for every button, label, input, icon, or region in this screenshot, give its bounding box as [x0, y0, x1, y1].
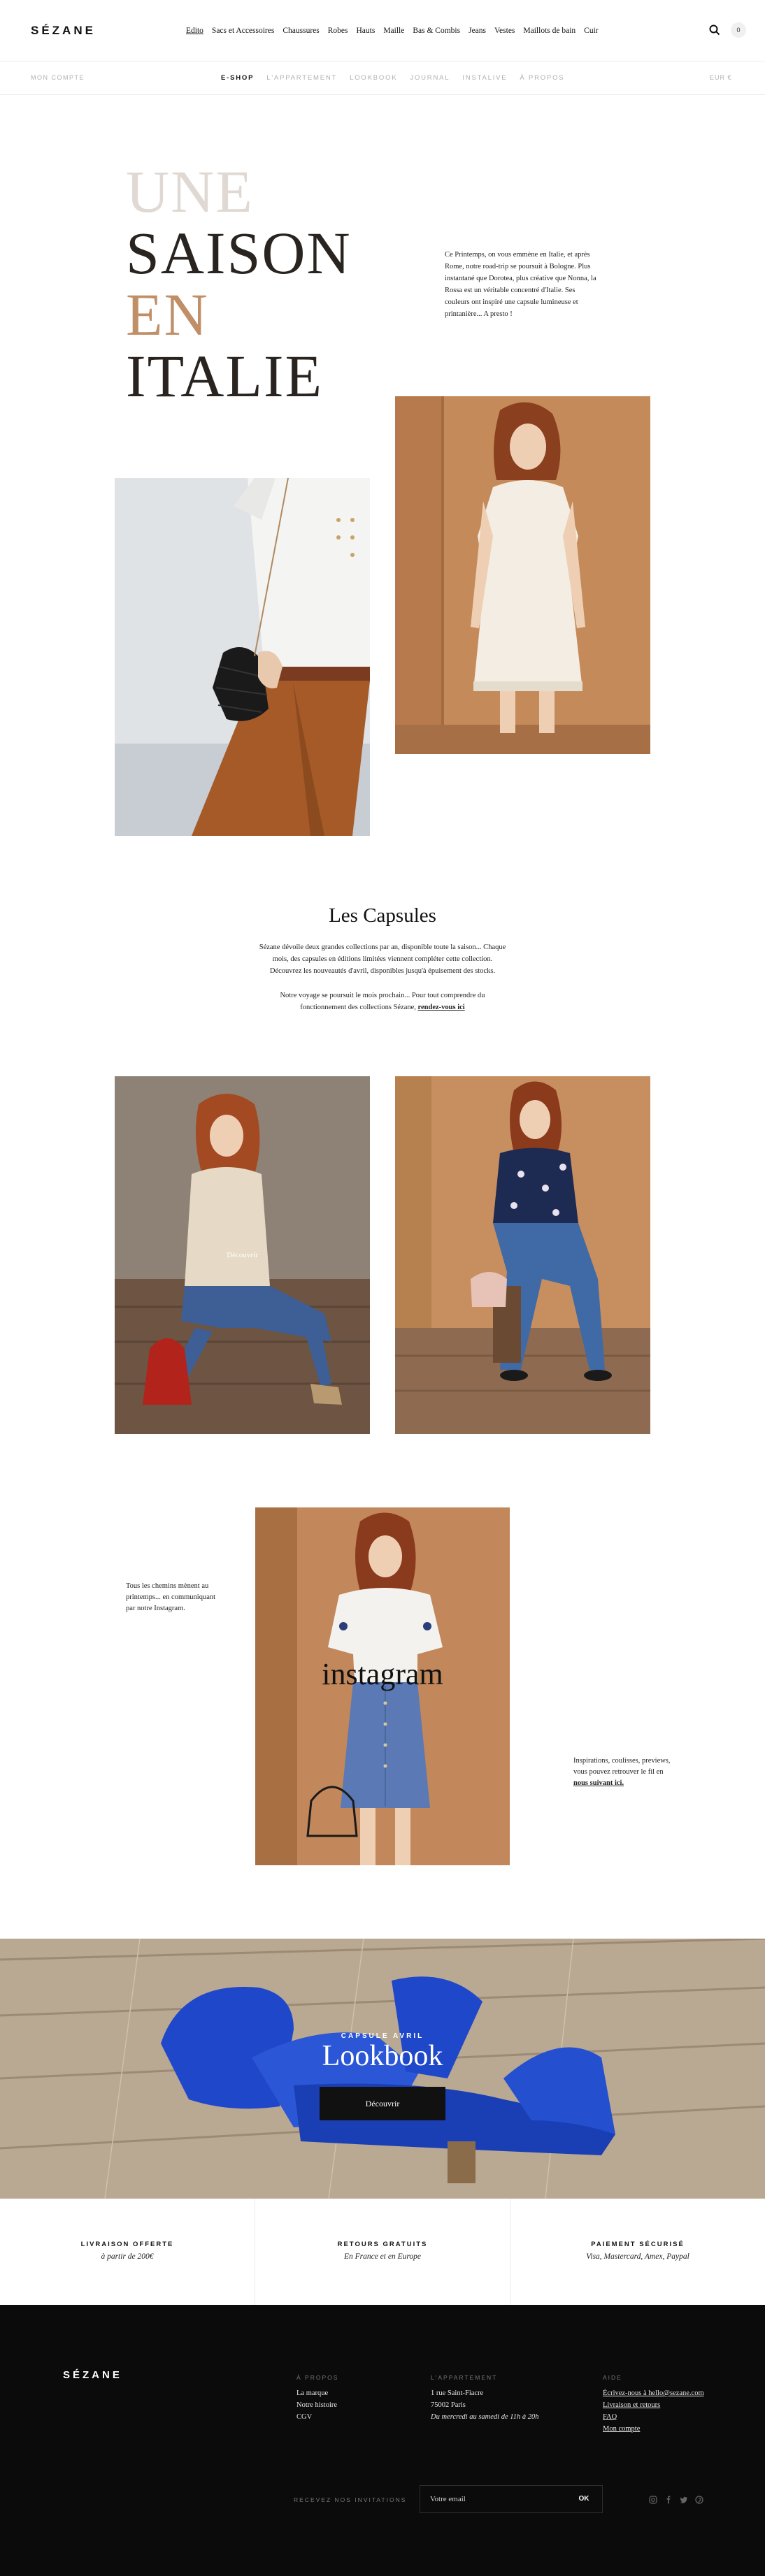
footer-opening-hours: Du mercredi au samedi de 11h à 20h — [431, 2413, 539, 2421]
nav-item-vestes[interactable]: Vestes — [494, 27, 515, 35]
nav-item-hauts[interactable]: Hauts — [356, 27, 375, 35]
sub-nav: E-SHOP L'APPARTEMENT LOOKBOOK JOURNAL IN… — [221, 74, 564, 82]
feature-title: RETOURS GRATUITS — [337, 2241, 428, 2248]
nav-item-jeans[interactable]: Jeans — [469, 27, 486, 35]
banner-discover-button[interactable]: Découvrir — [320, 2087, 445, 2120]
instagram-follow-text: Inspirations, coulisses, previews, vous … — [573, 1756, 678, 1789]
photo-white-dress[interactable] — [395, 396, 650, 754]
banner-title: Lookbook — [322, 2040, 443, 2072]
main-nav: Edito Sacs et Accessoires Chaussures Rob… — [186, 27, 599, 35]
feature-title: PAIEMENT SÉCURISÉ — [591, 2241, 685, 2248]
site-logo[interactable]: SÉZANE — [31, 24, 96, 38]
facebook-icon[interactable] — [664, 2495, 673, 2504]
newsletter-submit-button[interactable]: OK — [571, 2486, 596, 2512]
sub-navigation-bar: MON COMPTE E-SHOP L'APPARTEMENT LOOKBOOK… — [0, 61, 765, 95]
newsletter-email-input[interactable] — [430, 2486, 556, 2512]
feature-free-delivery: LIVRAISON OFFERTE à partir de 200€ — [0, 2199, 255, 2305]
subnav-eshop[interactable]: E-SHOP — [221, 74, 254, 82]
hero-title-line: SAISON — [126, 219, 352, 287]
subnav-instalive[interactable]: INSTALIVE — [462, 74, 507, 82]
footer-column-heading: À PROPOS — [296, 2374, 339, 2381]
photo-bag-outfit[interactable] — [115, 478, 370, 836]
intro-paragraph: Ce Printemps, on vous emmène en Italie, … — [445, 251, 596, 318]
search-icon[interactable] — [708, 24, 721, 36]
nav-item-maille[interactable]: Maille — [383, 27, 404, 35]
feature-secure-payment: PAIEMENT SÉCURISÉ Visa, Mastercard, Amex… — [510, 2199, 765, 2305]
capsules-paragraph-2: Notre voyage se poursuit le mois prochai… — [257, 990, 508, 1013]
photo-floral-top[interactable] — [395, 1076, 650, 1434]
nav-item-bas[interactable]: Bas & Combis — [413, 27, 460, 35]
pinterest-icon[interactable] — [695, 2495, 703, 2504]
footer-column-about: À PROPOS La marque Notre histoire CGV — [296, 2372, 338, 2423]
footer-link-faq[interactable]: FAQ — [603, 2411, 704, 2423]
footer-column-help: AIDE Écrivez-nous à hello@sezane.com Liv… — [603, 2372, 704, 2435]
footer-logo[interactable]: SÉZANE — [63, 2369, 122, 2381]
nav-item-chaussures[interactable]: Chaussures — [283, 27, 319, 35]
newsletter-label: RECEVEZ NOS INVITATIONS — [294, 2496, 407, 2503]
twitter-icon[interactable] — [680, 2495, 688, 2503]
footer-link[interactable]: Notre histoire — [296, 2399, 338, 2411]
footer-address-line: 75002 Paris — [431, 2401, 466, 2409]
feature-subtitle: En France et en Europe — [343, 2252, 422, 2261]
footer-link-delivery[interactable]: Livraison et retours — [603, 2399, 704, 2411]
discover-overlay-label[interactable]: Découvrir — [115, 1251, 370, 1259]
features-strip: LIVRAISON OFFERTE à partir de 200€ RETOU… — [0, 2199, 765, 2305]
social-links — [649, 2495, 703, 2504]
hero-title: UNE SAISON EN ITALIE — [126, 161, 352, 407]
instagram-follow-text-body: Inspirations, coulisses, previews, vous … — [573, 1757, 671, 1776]
hero-title-line: ITALIE — [126, 342, 324, 410]
feature-title: LIVRAISON OFFERTE — [80, 2241, 174, 2248]
instagram-icon[interactable] — [649, 2495, 657, 2504]
capsules-link[interactable]: rendez-vous ici — [418, 1004, 465, 1011]
feature-subtitle: Visa, Mastercard, Amex, Paypal — [586, 2252, 689, 2261]
feature-free-returns: RETOURS GRATUITS En France et en Europe — [255, 2199, 510, 2305]
nav-item-cuir[interactable]: Cuir — [584, 27, 598, 35]
footer-column-appartement: L'APPARTEMENT 1 rue Saint-Fiacre 75002 P… — [431, 2372, 538, 2423]
footer-link[interactable]: CGV — [296, 2411, 338, 2423]
capsules-paragraph: Sézane dévoile deux grandes collections … — [259, 943, 506, 975]
currency-selector[interactable]: EUR € — [710, 74, 732, 81]
cart-icon[interactable]: 0 — [731, 22, 746, 38]
instagram-follow-link[interactable]: nous suivant ici. — [573, 1779, 624, 1787]
footer-address-line: 1 rue Saint-Fiacre — [431, 2389, 484, 2397]
footer-link-account[interactable]: Mon compte — [603, 2423, 704, 2435]
capsules-title: Les Capsules — [329, 904, 436, 927]
subnav-appartement[interactable]: L'APPARTEMENT — [266, 74, 337, 82]
newsletter-form: OK — [420, 2485, 603, 2513]
instagram-intro-text: Tous les chemins mènent au printemps... … — [126, 1582, 216, 1612]
hero-title-line: UNE — [126, 158, 254, 225]
instagram-title[interactable]: instagram — [255, 1656, 510, 1692]
nav-item-maillots[interactable]: Maillots de bain — [523, 27, 575, 35]
subnav-apropos[interactable]: À PROPOS — [520, 74, 564, 82]
site-footer: SÉZANE À PROPOS La marque Notre histoire… — [0, 2305, 765, 2576]
subnav-journal[interactable]: JOURNAL — [410, 74, 450, 82]
account-link[interactable]: MON COMPTE — [31, 74, 85, 81]
hero-title-line: EN — [126, 281, 209, 348]
feature-subtitle: à partir de 200€ — [101, 2252, 154, 2261]
footer-column-heading: L'APPARTEMENT — [431, 2374, 498, 2381]
site-header: SÉZANE Edito Sacs et Accessoires Chaussu… — [0, 0, 765, 61]
footer-link[interactable]: La marque — [296, 2387, 338, 2399]
nav-item-sacs[interactable]: Sacs et Accessoires — [212, 27, 274, 35]
subnav-lookbook[interactable]: LOOKBOOK — [350, 74, 397, 82]
footer-column-heading: AIDE — [603, 2374, 622, 2381]
nav-item-robes[interactable]: Robes — [328, 27, 348, 35]
nav-item-edito[interactable]: Edito — [186, 27, 203, 35]
footer-link-email[interactable]: Écrivez-nous à hello@sezane.com — [603, 2387, 704, 2399]
photo-cream-cardigan[interactable]: Découvrir — [115, 1076, 370, 1434]
